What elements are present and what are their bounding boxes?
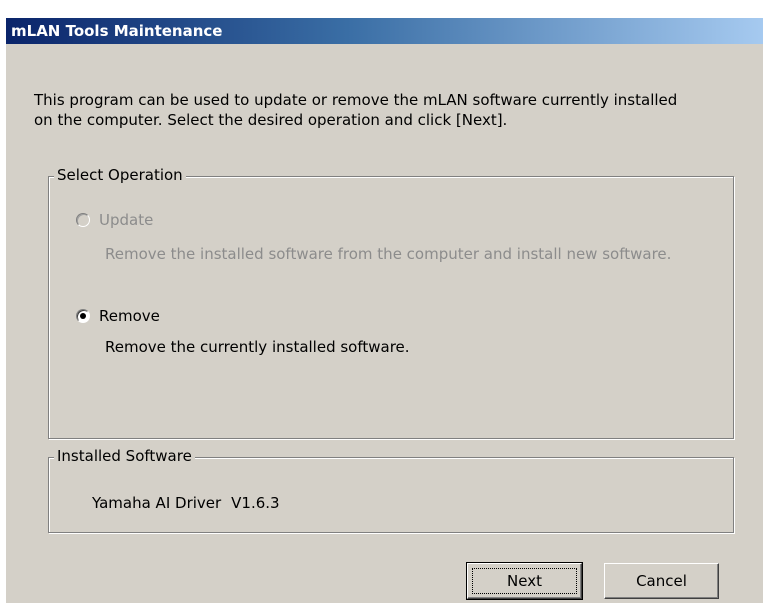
intro-text: This program can be used to update or re… [34, 90, 734, 130]
software-version: V1.6.3 [231, 494, 280, 512]
intro-line-1: This program can be used to update or re… [34, 91, 678, 109]
intro-line-2: on the computer. Select the desired oper… [34, 111, 508, 129]
remove-description: Remove the currently installed software. [105, 338, 410, 356]
title-bar[interactable]: mLAN Tools Maintenance [6, 18, 763, 44]
installed-software-entry: Yamaha AI Driver V1.6.3 [92, 494, 280, 512]
next-button-label: Next [472, 568, 577, 594]
software-name: Yamaha AI Driver [92, 494, 222, 512]
cancel-button-label: Cancel [636, 572, 687, 590]
remove-radio-label: Remove [99, 307, 160, 325]
next-button[interactable]: Next [466, 562, 583, 600]
window-title: mLAN Tools Maintenance [11, 22, 223, 40]
remove-radio-button[interactable] [76, 309, 90, 323]
select-operation-legend: Select Operation [54, 166, 186, 184]
cancel-button[interactable]: Cancel [604, 563, 719, 599]
update-radio-label: Update [99, 211, 154, 229]
update-radio-button[interactable] [76, 213, 90, 227]
select-operation-group: Select Operation Update Remove the insta… [48, 166, 734, 439]
update-radio-option[interactable]: Update [76, 211, 153, 229]
dialog-window: mLAN Tools Maintenance This program can … [5, 18, 763, 603]
installed-software-group: Installed Software Yamaha AI Driver V1.6.… [48, 447, 734, 533]
remove-radio-option[interactable]: Remove [76, 307, 160, 325]
radio-selected-dot [80, 313, 86, 319]
installed-software-legend: Installed Software [54, 447, 195, 465]
update-description: Remove the installed software from the c… [105, 245, 672, 263]
